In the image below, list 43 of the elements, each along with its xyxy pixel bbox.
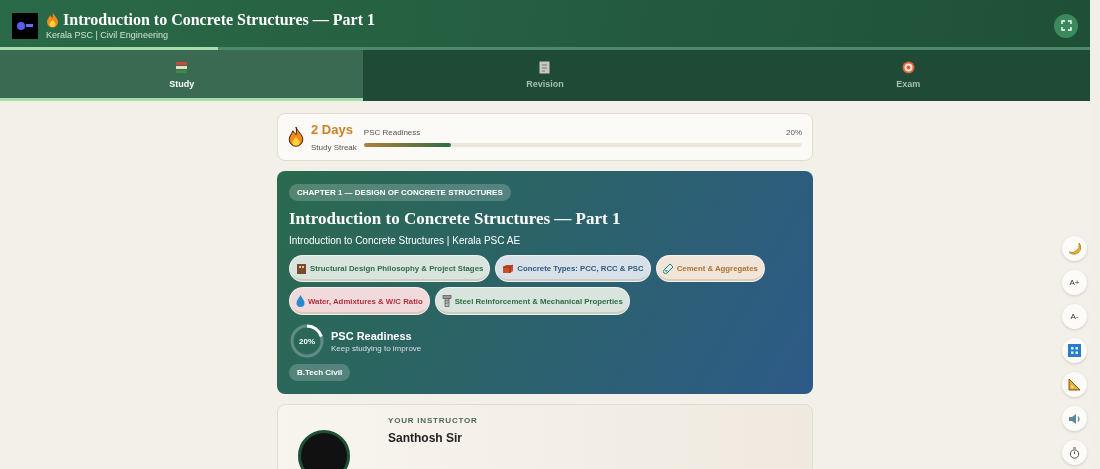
page-title: Introduction to Concrete Structures — Part 1 (63, 11, 375, 29)
tab[interactable]: Revision (363, 50, 727, 101)
readiness-title: PSC Readiness (331, 329, 413, 342)
instructor-label: YOUR INSTRUCTOR (388, 416, 478, 425)
grid-icon (1068, 344, 1081, 357)
instructor-name: Santhosh Sir (388, 431, 463, 445)
streak-value: 2 Days (311, 122, 354, 137)
streak-label: Study Streak (311, 143, 357, 152)
readiness-percent: 20% (786, 127, 802, 137)
font-size-button[interactable]: A- (1062, 304, 1087, 329)
readiness-ring: 20% (289, 323, 325, 359)
flame-icon (46, 12, 59, 28)
logo-icon (12, 12, 38, 39)
water-drop-icon (296, 295, 305, 307)
moon-icon (1067, 241, 1082, 256)
books-icon (175, 61, 189, 74)
degree-tag: B.Tech Civil (289, 364, 351, 381)
speaker-button[interactable] (1062, 406, 1087, 431)
readiness-label: PSC Readiness (363, 127, 421, 137)
ruler-button[interactable] (1062, 372, 1087, 397)
document-icon (539, 61, 551, 74)
chapter-title: Introduction to Concrete Structures — Part 1 (289, 209, 621, 229)
fullscreen-icon (1060, 20, 1072, 31)
page-subtitle: Kerala PSC | Civil Engineering (46, 30, 169, 40)
chapter-subtitle: Introduction to Concrete Structures | Kerala PSC AE (289, 235, 521, 246)
tab[interactable]: Study (0, 50, 364, 101)
test-tube-icon (662, 263, 674, 274)
moon-button[interactable] (1062, 236, 1087, 261)
grid-button[interactable] (1062, 338, 1087, 363)
font-size-button[interactable]: A+ (1062, 270, 1087, 295)
avatar-placeholder (298, 430, 350, 469)
readiness-note: Keep studying to improve (331, 343, 422, 353)
flame-icon (288, 127, 304, 147)
stopwatch-icon (1069, 446, 1080, 459)
target-icon (901, 61, 915, 74)
speaker-icon (1068, 412, 1081, 425)
fullscreen-button[interactable] (1054, 13, 1078, 38)
brick-icon (502, 263, 515, 274)
building-icon (296, 263, 307, 274)
timer-button[interactable] (1062, 440, 1087, 465)
chapter-badge: CHAPTER 1 — DESIGN OF CONCRETE STRUCTURES (289, 184, 511, 201)
tab[interactable]: Exam (726, 50, 1090, 101)
bolt-icon (441, 295, 452, 307)
